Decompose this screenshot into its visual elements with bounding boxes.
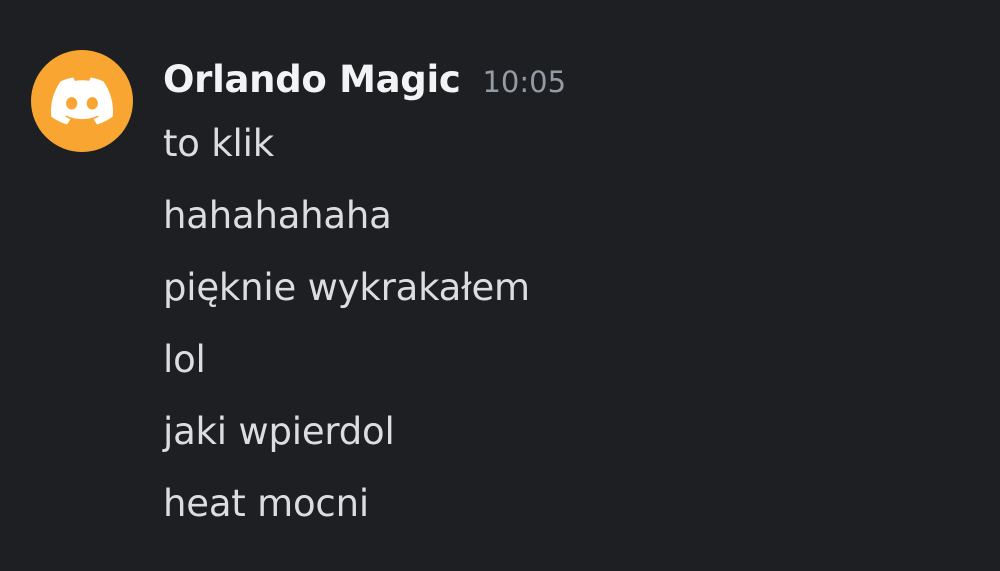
username[interactable]: Orlando Magic <box>163 58 461 101</box>
message-header: Orlando Magic 10:05 <box>163 58 566 101</box>
discord-logo-icon <box>51 77 113 125</box>
message-text: heat mocni <box>163 482 369 525</box>
message-text: to klik <box>163 122 274 165</box>
message-list: to klik hahahahaha pięknie wykrakałem lo… <box>163 118 530 550</box>
message-text: jaki wpierdol <box>163 410 395 453</box>
timestamp: 10:05 <box>482 65 567 99</box>
avatar[interactable] <box>31 50 133 152</box>
message-text: pięknie wykrakałem <box>163 266 530 309</box>
message-text: hahahahaha <box>163 194 392 237</box>
chat-message-group: Orlando Magic 10:05 to klik hahahahaha p… <box>0 0 1000 571</box>
message-text: lol <box>163 338 206 381</box>
